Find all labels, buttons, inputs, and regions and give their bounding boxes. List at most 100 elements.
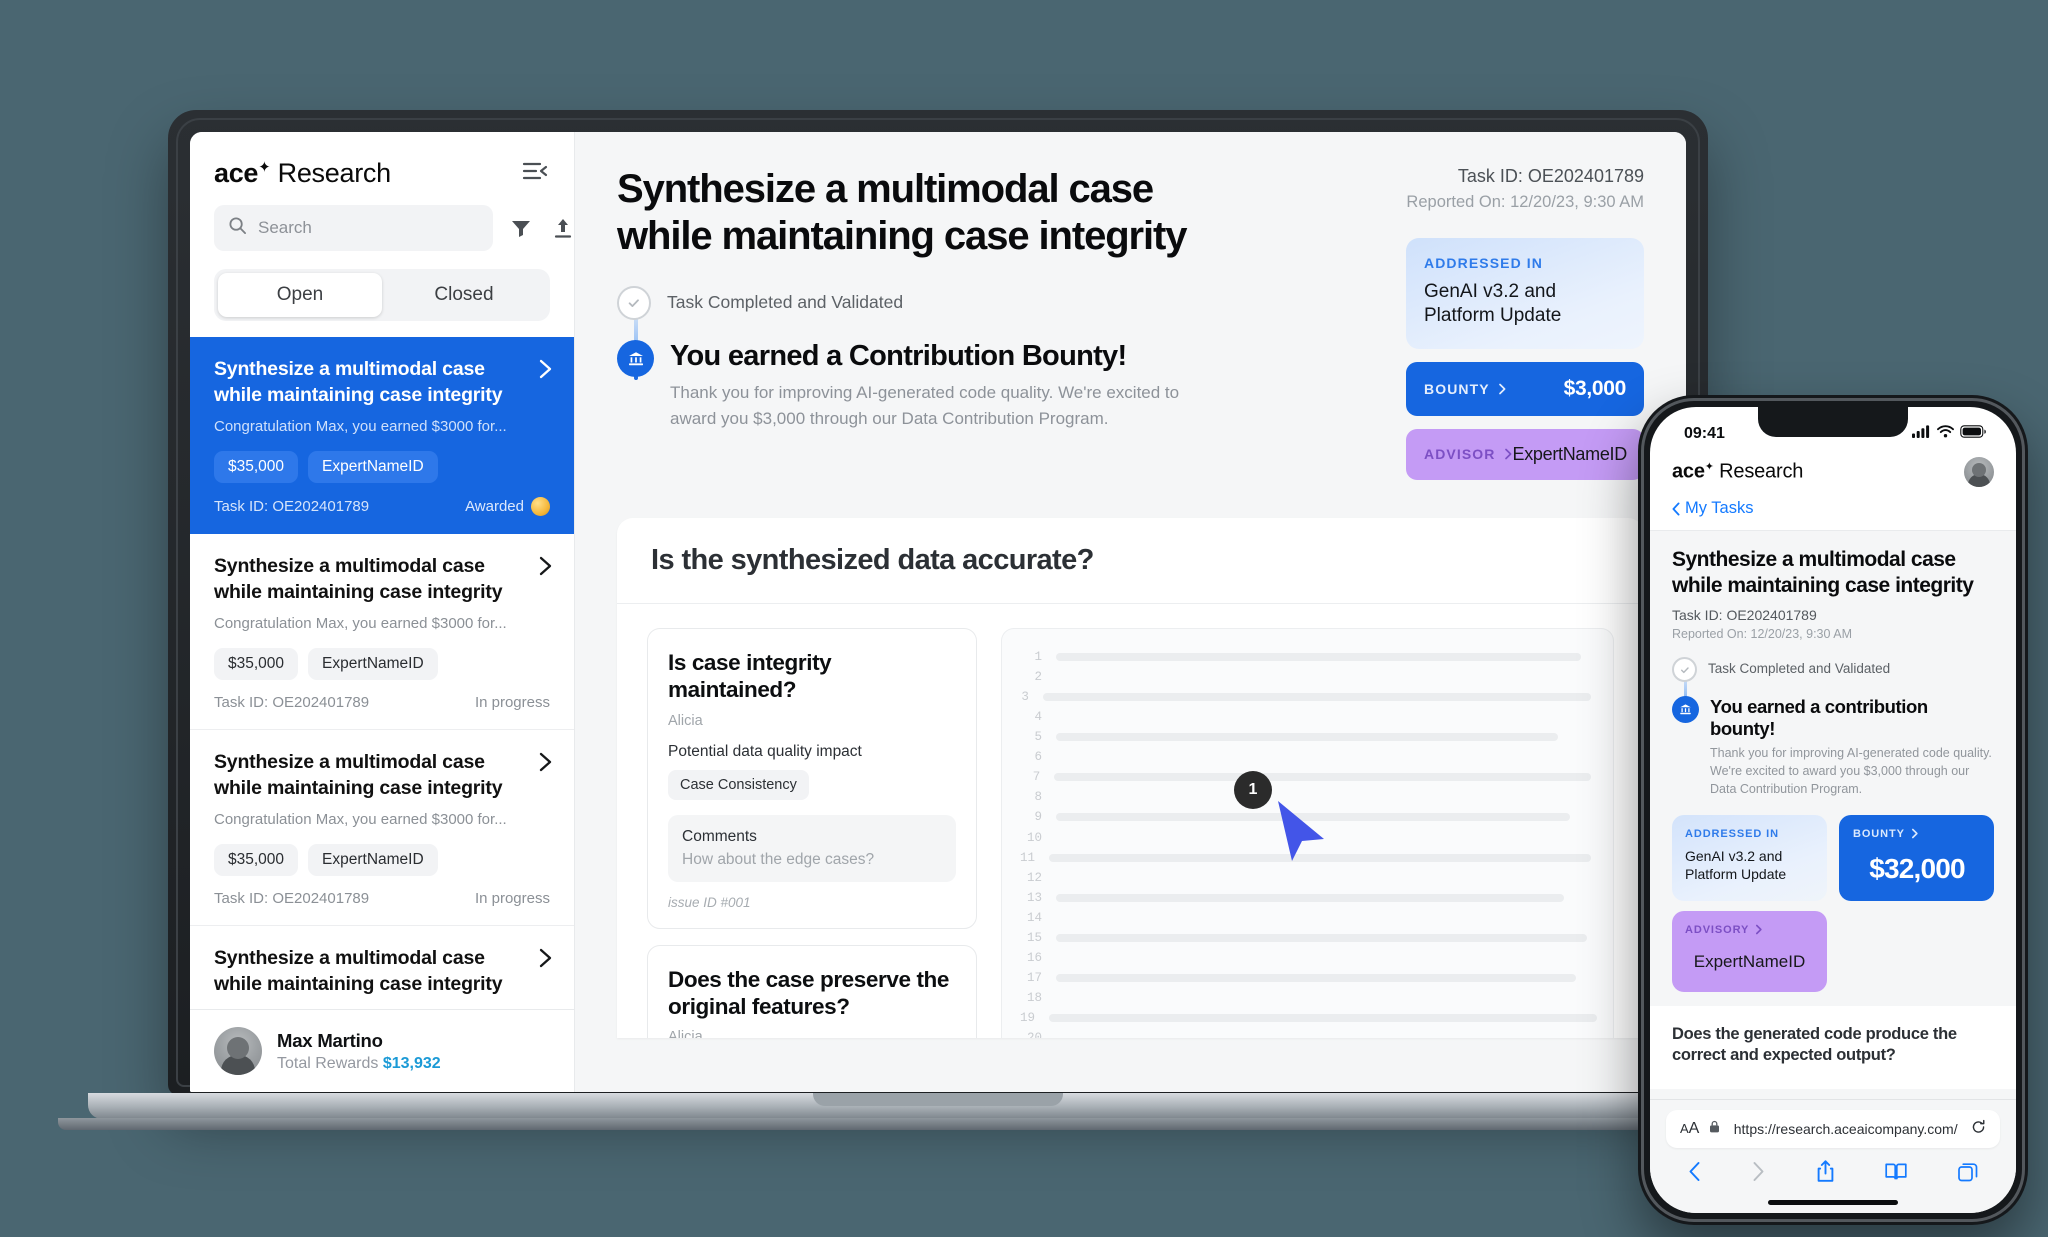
task-title: Synthesize a multimodal case while maint…	[214, 946, 503, 995]
share-icon[interactable]	[1816, 1160, 1835, 1188]
search-icon	[228, 216, 247, 240]
search-field[interactable]	[214, 205, 493, 251]
phone-app-header: ace✦ Research	[1650, 453, 2016, 499]
advisory-value: ExpertNameID	[1693, 951, 1806, 971]
advisor-pill[interactable]: ADVISOR ExpertNameID	[1406, 428, 1644, 480]
task-list-item[interactable]: Synthesize a multimodal case while maint…	[190, 337, 574, 534]
timeline-status-label: Task Completed and Validated	[1708, 661, 1891, 677]
issue-id: issue ID #001	[668, 894, 751, 910]
tab-open[interactable]: Open	[218, 273, 382, 317]
phone-page-title: Synthesize a multimodal case while maint…	[1672, 548, 1974, 597]
task-id: Task ID: OE202401789	[214, 497, 370, 515]
browser-nav-bar	[1666, 1148, 2000, 1194]
main-header-left: Synthesize a multimodal case while maint…	[617, 166, 1230, 431]
question-card[interactable]: Does the case preserve the original feat…	[647, 944, 977, 1038]
address-bar[interactable]: AA https://research.aceaicompany.com/	[1666, 1110, 2000, 1148]
panel-title: Is the synthesized data accurate?	[651, 543, 1094, 576]
line-placeholder	[1056, 933, 1588, 942]
bank-icon	[1672, 696, 1699, 724]
bounty-kicker: BOUNTY	[1853, 828, 1981, 840]
bounty-body: Thank you for improving AI-generated cod…	[670, 383, 1180, 428]
search-input[interactable]	[258, 218, 479, 238]
line-number: 8	[1034, 790, 1042, 805]
question-title: Is case integrity maintained?	[668, 649, 832, 703]
addressed-in-kicker: ADDRESSED IN	[1424, 255, 1543, 271]
document-line: 7	[1020, 767, 1591, 787]
task-subtitle: Congratulation Max, you earned $3000 for…	[214, 1006, 550, 1009]
upload-icon[interactable]	[549, 214, 574, 242]
reload-icon[interactable]	[1971, 1119, 1986, 1140]
check-circle-icon	[617, 286, 651, 321]
status-timeline: Task Completed and Validated You earned …	[617, 286, 1230, 431]
back-to-my-tasks[interactable]: My Tasks	[1650, 499, 2016, 531]
phone-question-block: Does the generated code produce the corr…	[1650, 1005, 2016, 1089]
task-title: Synthesize a multimodal case while maint…	[214, 358, 503, 406]
task-title: Synthesize a multimodal case while maint…	[214, 554, 503, 603]
task-amount-chip: $35,000	[214, 450, 299, 483]
bookmarks-icon[interactable]	[1885, 1162, 1907, 1186]
laptop-base-notch	[813, 1093, 1063, 1106]
filter-icon[interactable]	[507, 214, 535, 242]
chevron-right-icon	[1756, 925, 1762, 935]
phone-status-timeline: Task Completed and Validated You earned …	[1672, 657, 1994, 798]
app-logo: ace✦ Research	[214, 158, 391, 188]
phone-content: Synthesize a multimodal case while maint…	[1650, 531, 2016, 1099]
chevron-left-icon	[1672, 502, 1680, 515]
phone-bounty-text: You earned a contribution bounty! Thank …	[1710, 696, 1994, 798]
task-amount-chip: $35,000	[214, 647, 299, 680]
advisory-card[interactable]: ADVISORY ExpertNameID	[1672, 910, 1827, 992]
task-id: Task ID: OE202401789	[214, 889, 370, 907]
timeline-step-bounty: You earned a Contribution Bounty! Thank …	[617, 340, 1230, 431]
main-content: Synthesize a multimodal case while maint…	[575, 132, 1686, 1092]
reported-on-label: Reported On: 12/20/23, 9:30 AM	[1406, 193, 1644, 211]
phone-question: Does the generated code produce the corr…	[1672, 1024, 1957, 1065]
document-line: 12	[1020, 868, 1591, 888]
line-number: 13	[1026, 890, 1042, 905]
question-author: Alicia	[668, 1029, 703, 1038]
document-line: 5	[1020, 727, 1591, 747]
tabs-icon[interactable]	[1958, 1162, 1978, 1187]
avatar[interactable]	[1964, 457, 1994, 487]
document-preview[interactable]: 1234567891011121314151617181920212223242…	[1001, 627, 1614, 1038]
question-column: Is case integrity maintained? Alicia Pot…	[647, 627, 977, 1038]
questions-panel: Is the synthesized data accurate? Is cas…	[617, 517, 1644, 1038]
task-expert-chip: ExpertNameID	[308, 647, 438, 680]
text-size-icon[interactable]: AA	[1680, 1120, 1699, 1138]
cursor-count-badge: 1	[1234, 770, 1272, 809]
question-card[interactable]: Is case integrity maintained? Alicia Pot…	[647, 627, 977, 929]
document-line: 13	[1020, 888, 1591, 908]
sparkle-icon: ✦	[1704, 461, 1714, 474]
phone-task-id: Task ID: OE202401789	[1672, 607, 1817, 624]
phone-reported-on: Reported On: 12/20/23, 9:30 AM	[1672, 627, 1852, 642]
task-list-item[interactable]: Synthesize a multimodal case while maint…	[190, 534, 574, 730]
line-placeholder	[1056, 893, 1565, 902]
collapse-menu-icon[interactable]	[520, 158, 550, 184]
bounty-pill[interactable]: BOUNTY $3,000	[1406, 361, 1644, 416]
task-chips: $35,000 ExpertNameID	[214, 843, 550, 876]
tab-closed[interactable]: Closed	[382, 273, 546, 317]
task-list-item[interactable]: Synthesize a multimodal case while maint…	[190, 730, 574, 926]
sidebar: ace✦ Research Search Open Closed Synthes…	[190, 132, 575, 1092]
user-profile-footer[interactable]: Max Martino Total Rewards $13,932	[190, 1009, 574, 1092]
timeline-step-completed: Task Completed and Validated	[617, 286, 1230, 321]
timeline-step-completed: Task Completed and Validated	[1672, 657, 1994, 683]
mockup-stage: ace✦ Research Search Open Closed Synthes…	[0, 0, 2048, 1237]
question-title: Does the case preserve the original feat…	[668, 966, 950, 1019]
task-amount-chip: $35,000	[214, 843, 299, 876]
check-circle-icon	[1672, 657, 1697, 683]
question-author: Alicia	[668, 712, 703, 729]
browser-back-icon[interactable]	[1688, 1161, 1701, 1187]
bounty-card[interactable]: BOUNTY $32,000	[1839, 814, 1994, 901]
task-footer: Task ID: OE202401789 Awarded	[214, 496, 550, 516]
line-placeholder	[1042, 692, 1591, 701]
task-list-item[interactable]: Synthesize a multimodal case while maint…	[190, 926, 574, 1009]
sidebar-header: ace✦ Research	[190, 132, 574, 189]
document-line: 4	[1020, 707, 1591, 727]
impact-tag: Case Consistency	[668, 769, 809, 800]
timeline-status-label: Task Completed and Validated	[667, 292, 904, 313]
comments-box[interactable]: Comments How about the edge cases?	[668, 814, 956, 882]
bounty-value: $32,000	[1869, 852, 1965, 884]
addressed-in-value: GenAI v3.2 and Platform Update	[1685, 847, 1787, 882]
addressed-in-kicker: ADDRESSED IN	[1685, 827, 1779, 840]
document-line: 14	[1020, 908, 1591, 928]
